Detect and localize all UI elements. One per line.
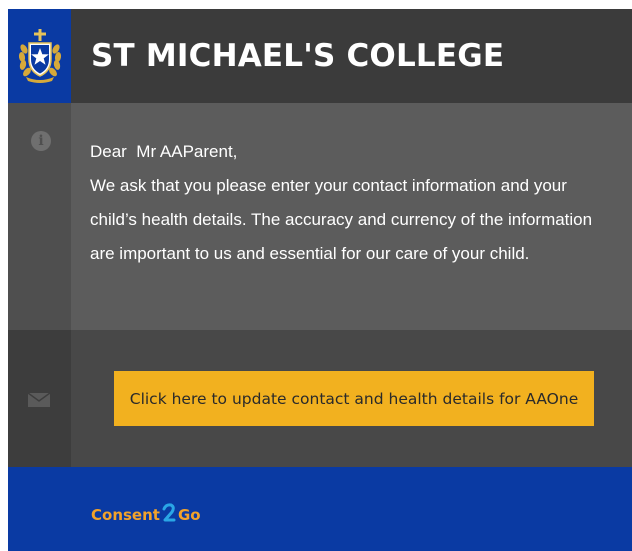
update-details-button[interactable]: Click here to update contact and health … bbox=[114, 371, 594, 426]
message-gutter: i bbox=[8, 103, 71, 330]
brand-text-consent: Consent bbox=[91, 506, 160, 524]
header-title-bar: ST MICHAEL'S COLLEGE bbox=[71, 9, 632, 103]
message-body: Dear Mr AAParent, We ask that you please… bbox=[71, 103, 632, 330]
brand-2-icon bbox=[162, 503, 176, 522]
brand-mark: 2 bbox=[161, 503, 177, 527]
email-card: ST MICHAEL'S COLLEGE i Dear Mr AAParent,… bbox=[8, 9, 632, 551]
greeting-text: Dear Mr AAParent, bbox=[90, 142, 238, 161]
brand-text-go: Go bbox=[177, 506, 201, 524]
footer: Consent 2 Go bbox=[8, 467, 632, 551]
action-gutter bbox=[8, 330, 71, 467]
info-icon: i bbox=[31, 131, 51, 151]
consent2go-logo[interactable]: Consent 2 Go bbox=[91, 503, 201, 527]
header-logo bbox=[8, 9, 71, 103]
header: ST MICHAEL'S COLLEGE bbox=[8, 9, 632, 103]
message-section: i Dear Mr AAParent, We ask that you plea… bbox=[8, 103, 632, 330]
message-text: We ask that you please enter your contac… bbox=[90, 176, 593, 263]
college-crest-icon bbox=[18, 29, 61, 83]
action-section: Click here to update contact and health … bbox=[8, 330, 632, 467]
page-title: ST MICHAEL'S COLLEGE bbox=[91, 38, 505, 74]
action-body: Click here to update contact and health … bbox=[71, 330, 632, 467]
mail-icon bbox=[28, 393, 50, 407]
